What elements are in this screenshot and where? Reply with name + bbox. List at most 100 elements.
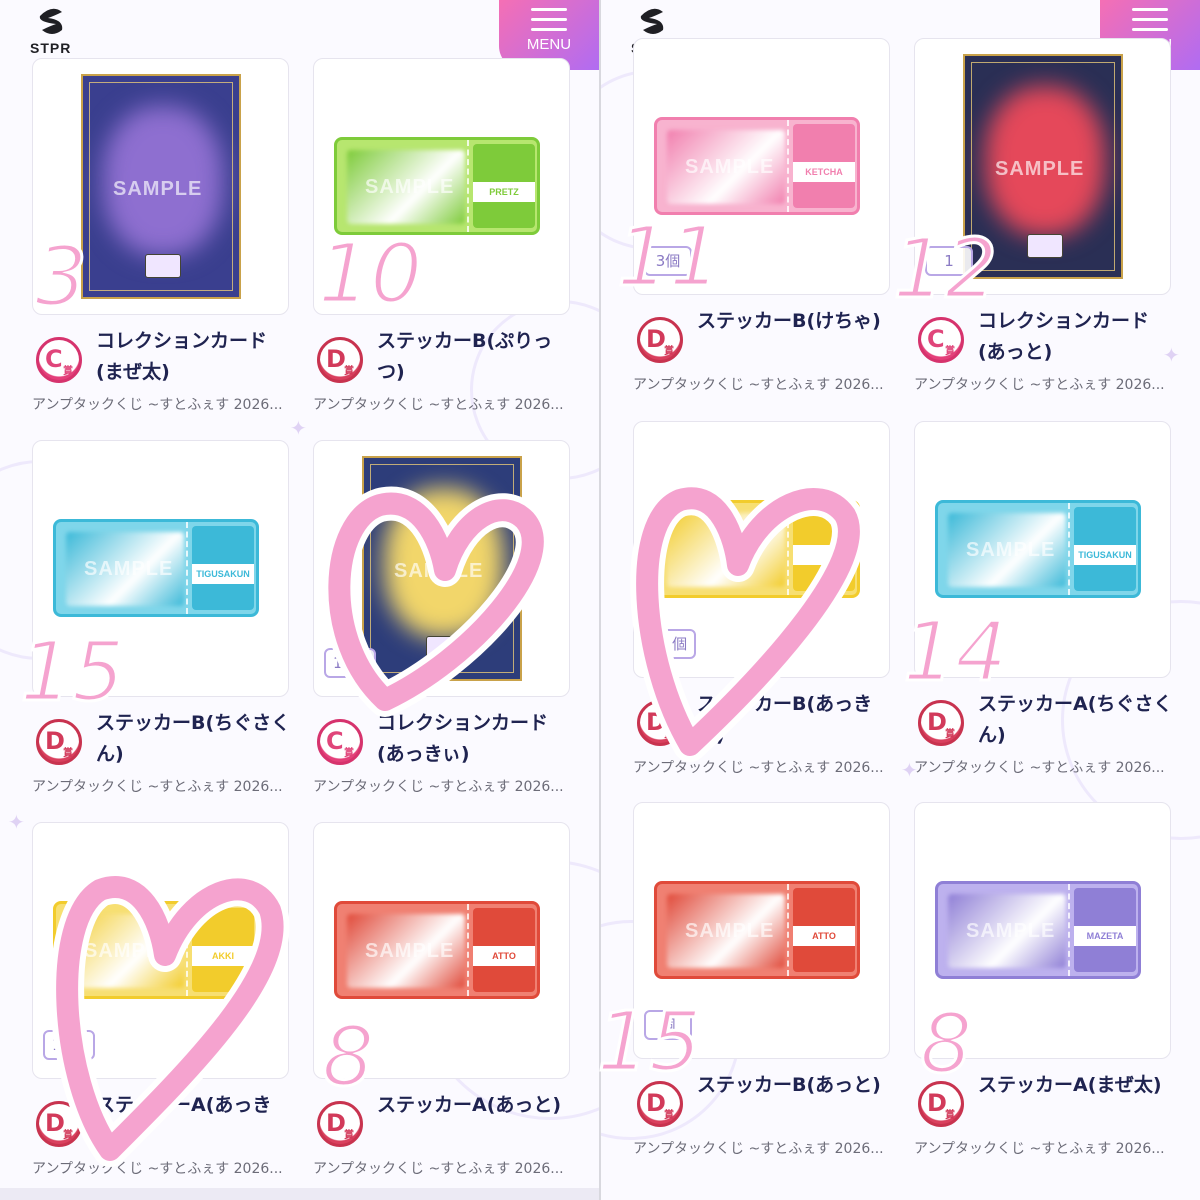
product-image-box[interactable]: SAMPLE 19個: [313, 440, 570, 697]
product-card[interactable]: SAMPLE 1 C 賞コレクションカード(あっと) アンプタックくじ ~すとふぇす 2…: [914, 38, 1171, 403]
product-image: AKKI SAMPLE: [53, 901, 259, 999]
ticket-stub: ATTO: [793, 888, 855, 972]
hamburger-icon: [531, 8, 567, 38]
product-image: MAZETA SAMPLE: [935, 881, 1141, 979]
product-card[interactable]: TIGUSAKUN SAMPLE D 賞ステッカーB(ちぐさくん) アンプタックくじ ~…: [32, 440, 291, 805]
product-name[interactable]: ステッカーA(ちぐさくん): [978, 689, 1173, 751]
product-card[interactable]: ATTO SAMPLE 個 D 賞ステッカーB(あっと) アンプタックくじ ~すとふぇす …: [633, 802, 890, 1167]
prize-rank-suffix: 賞: [664, 729, 674, 740]
ticket-name-label: PRETZ: [473, 182, 535, 202]
sample-watermark: SAMPLE: [685, 156, 775, 178]
product-card[interactable]: KETCHA SAMPLE 3個 D 賞ステッカーB(けちゃ) アンプタックくじ ~すとふ…: [633, 38, 890, 403]
stock-count-badge: 1: [925, 246, 973, 276]
prize-rank-suffix: 賞: [945, 346, 955, 357]
lottery-series-name: アンプタックくじ ~すとふぇす 2026...: [313, 397, 564, 413]
product-name[interactable]: ステッカーA(あっと): [377, 1090, 572, 1121]
product-name[interactable]: コレクションカード(あっと): [978, 306, 1173, 368]
ticket-perforation: [186, 522, 188, 614]
ticket-name-label: TIGUSAKUN: [1074, 545, 1136, 565]
product-image-box[interactable]: 11個: [633, 421, 890, 678]
product-image-box[interactable]: MAZETA SAMPLE: [914, 802, 1171, 1059]
product-card[interactable]: PRETZ SAMPLE D 賞ステッカーB(ぷりっつ) アンプタックくじ ~すとふぇす…: [313, 58, 570, 423]
product-name[interactable]: ステッカーB(ぷりっつ): [377, 326, 572, 388]
prize-rank-suffix: 賞: [945, 729, 955, 740]
event-logo-icon: [1027, 234, 1063, 258]
ticket-perforation: [467, 140, 469, 232]
sample-watermark: SAMPLE: [113, 178, 203, 200]
prize-rank-badge: C賞: [317, 719, 363, 765]
prize-rank-letter: D: [646, 1089, 666, 1117]
product-card[interactable]: SAMPLE C 賞コレクションカード(まぜ太) アンプタックくじ ~すとふぇす 20…: [32, 58, 289, 423]
product-image: PRETZ SAMPLE: [334, 137, 540, 235]
stpr-logo[interactable]: STPR: [30, 6, 86, 56]
product-name[interactable]: コレクションカード(あっきぃ): [377, 708, 572, 770]
prize-rank-badge: D賞: [317, 337, 363, 383]
ticket-stub: TIGUSAKUN: [192, 526, 254, 610]
product-name[interactable]: ステッカーB(ちぐさくん): [96, 708, 291, 770]
prize-rank-suffix: 賞: [63, 748, 73, 759]
product-image-box[interactable]: TIGUSAKUN SAMPLE: [914, 421, 1171, 678]
lottery-series-name: アンプタックくじ ~すとふぇす 2026...: [313, 779, 564, 795]
sample-watermark: SAMPLE: [365, 176, 455, 198]
prize-rank-suffix: 賞: [344, 1130, 354, 1141]
prize-rank-suffix: 賞: [344, 366, 354, 377]
stpr-logo-mark-icon: [39, 8, 63, 34]
product-card[interactable]: ATTO SAMPLE D 賞ステッカーA(あっと) アンプタックくじ ~すとふぇす 2…: [313, 822, 570, 1187]
product-image: ATTO SAMPLE: [654, 881, 860, 979]
screenshot-panel-right: ✦ ✦ STPR MENU KETCHASAMPLE3個D賞ステッカーB(けちゃ…: [601, 0, 1200, 1200]
product-card[interactable]: TIGUSAKUN SAMPLE D 賞 ステッカーA(ちぐさくん) アンプタックくじ ~…: [914, 421, 1173, 786]
product-image-box[interactable]: ATTO SAMPLE: [313, 822, 570, 1079]
product-image-box[interactable]: TIGUSAKUN SAMPLE: [32, 440, 289, 697]
prize-rank-letter: C: [45, 345, 63, 373]
ticket-perforation: [186, 904, 188, 996]
product-image: SAMPLE: [963, 54, 1123, 279]
ticket-perforation: [1068, 503, 1070, 595]
ticket-perforation: [1068, 884, 1070, 976]
product-name[interactable]: ステッカーB(けちゃ): [697, 306, 892, 337]
product-image-box[interactable]: PRETZ SAMPLE: [313, 58, 570, 315]
ticket-name-label: ATTO: [473, 946, 535, 966]
prize-rank-badge: D賞: [637, 317, 683, 363]
lottery-series-name: アンプタックくじ ~すとふぇす 2026...: [914, 377, 1165, 393]
lottery-series-name: アンプタックくじ ~すとふぇす 2026...: [914, 760, 1165, 776]
sparkle-icon: ✦: [290, 416, 307, 440]
product-image-box[interactable]: ATTO SAMPLE 個: [633, 802, 890, 1059]
ticket-perforation: [467, 904, 469, 996]
ticket-stub: KETCHA: [793, 124, 855, 208]
hamburger-icon: [1132, 8, 1168, 38]
stock-count-badge: 3個: [644, 246, 692, 276]
product-name[interactable]: コレクションカード(まぜ太): [96, 326, 291, 388]
prize-rank-suffix: 賞: [945, 1110, 955, 1121]
ticket-name-label: TIGUSAKUN: [192, 564, 254, 584]
prize-rank-letter: D: [927, 708, 947, 736]
sparkle-icon: ✦: [8, 810, 25, 834]
prize-rank-badge: D賞: [918, 1081, 964, 1127]
product-image: SAMPLE: [362, 456, 522, 681]
product-image: KETCHA SAMPLE: [654, 117, 860, 215]
product-image-box[interactable]: SAMPLE: [32, 58, 289, 315]
product-name[interactable]: ステッカーB(あっきぃ): [697, 689, 892, 751]
product-image-box[interactable]: AKKI SAMPLE 12個: [32, 822, 289, 1079]
prize-rank-badge: D賞: [36, 1101, 82, 1147]
lottery-series-name: アンプタックくじ ~すとふぇす 2026...: [633, 1141, 884, 1157]
ticket-stub: MAZETA: [1074, 888, 1136, 972]
ticket-stub: ATTO: [473, 908, 535, 992]
stpr-logo-mark-icon: [640, 8, 664, 34]
bottom-bar: [0, 1188, 599, 1200]
product-card[interactable]: SAMPLE 19個 C 賞コレクションカード(あっきぃ) アンプタックくじ ~すとふぇ…: [313, 440, 570, 805]
prize-rank-letter: D: [927, 1089, 947, 1117]
sample-watermark: SAMPLE: [966, 920, 1056, 942]
logo-text: STPR: [30, 40, 72, 56]
product-card[interactable]: AKKI SAMPLE 12個 D 賞ステッカーA(あっきぃ) アンプタックくじ ~すとふ…: [32, 822, 289, 1187]
event-logo-icon: [426, 636, 462, 660]
ticket-stub: AKKI: [192, 908, 254, 992]
product-image-box[interactable]: KETCHA SAMPLE 3個: [633, 38, 890, 295]
product-image-box[interactable]: SAMPLE 1: [914, 38, 1171, 295]
product-card[interactable]: 11個 D 賞ステッカーB(あっきぃ) アンプタックくじ ~すとふぇす 2026...: [633, 421, 890, 786]
product-card[interactable]: MAZETA SAMPLE D 賞ステッカーA(まぜ太) アンプタックくじ ~すとふぇす…: [914, 802, 1171, 1167]
ticket-perforation: [787, 503, 789, 595]
product-name[interactable]: ステッカーB(あっと): [697, 1070, 892, 1101]
ticket-name-label: AKKI: [192, 946, 254, 966]
product-name[interactable]: ステッカーA(あっきぃ): [96, 1090, 291, 1152]
product-name[interactable]: ステッカーA(まぜ太): [978, 1070, 1173, 1101]
